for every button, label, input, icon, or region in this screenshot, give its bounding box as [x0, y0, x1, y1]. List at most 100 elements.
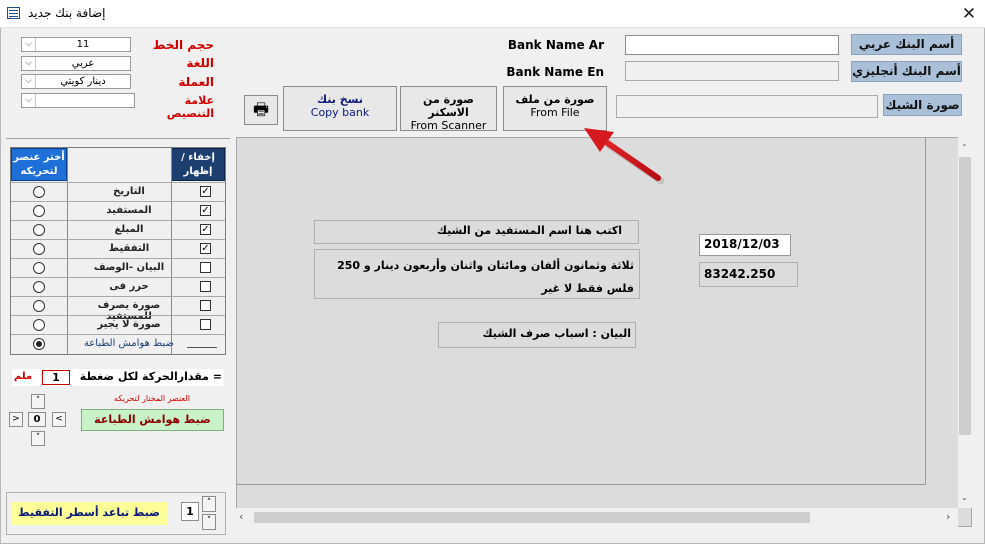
- table-row-label: البيان -الوصف: [93, 262, 165, 273]
- table-row-label: التفقيط: [108, 243, 150, 254]
- language-value: عربي: [71, 58, 95, 69]
- vertical-scrollbar[interactable]: ⌃ ⌄: [958, 137, 972, 508]
- mark-combo[interactable]: ⌵: [21, 93, 135, 108]
- app-icon: [7, 7, 20, 19]
- toggle-visibility-checkbox[interactable]: [200, 281, 211, 292]
- bank-name-en-label: Bank Name En: [506, 65, 604, 79]
- table-row-label: حرر فى: [109, 281, 149, 292]
- select-element-radio[interactable]: [33, 186, 45, 198]
- scroll-down-icon[interactable]: ⌄: [961, 493, 968, 502]
- chevron-down-icon[interactable]: ⌵: [22, 94, 36, 107]
- select-element-radio[interactable]: [33, 243, 45, 255]
- amount-field[interactable]: 83242.250: [699, 262, 798, 287]
- selected-element-value: ضبط هوامش الطباعة: [81, 409, 224, 431]
- amount-words-field[interactable]: ثلاثة وثمانون ألفان ومائتان واثنان وأربع…: [314, 249, 640, 299]
- chevron-down-icon[interactable]: ⌵: [22, 75, 36, 88]
- language-combo[interactable]: ⌵ عربي: [21, 56, 131, 71]
- table-row-label: ضبط هوامش الطباعة: [83, 338, 175, 349]
- table-row-label: المبلغ: [114, 224, 144, 235]
- toggle-visibility-checkbox[interactable]: ✓: [200, 205, 211, 216]
- empty-toggle-cell: [187, 347, 217, 348]
- toggle-visibility-checkbox[interactable]: ✓: [200, 224, 211, 235]
- cheque-image-path[interactable]: [616, 95, 878, 118]
- row-divider: [11, 315, 225, 316]
- table-row-label: المستفيد: [106, 205, 152, 216]
- cheque-image-label: صورة الشيك: [883, 94, 962, 116]
- bank-name-ar-button[interactable]: أسم البنك عربي: [851, 34, 962, 55]
- copy-bank-button[interactable]: نسخ بنك Copy bank: [283, 86, 397, 131]
- select-column-header: أختر عنصر لتحريكه: [11, 148, 67, 181]
- line-spacing-label: ضبط تباعد أسطر التفقيط: [11, 502, 167, 525]
- select-element-radio[interactable]: [33, 338, 45, 350]
- toggle-visibility-checkbox[interactable]: [200, 262, 211, 273]
- row-divider: [11, 334, 225, 335]
- currency-value: دينار كويتي: [60, 76, 106, 87]
- select-element-radio[interactable]: [33, 319, 45, 331]
- copy-bank-label-ar: نسخ بنك: [317, 93, 363, 106]
- scroll-up-icon[interactable]: ⌃: [961, 143, 968, 152]
- scroll-right-icon[interactable]: ›: [946, 510, 950, 523]
- copy-bank-label-en: Copy bank: [310, 106, 370, 119]
- vertical-scroll-thumb[interactable]: [959, 157, 971, 435]
- select-element-radio[interactable]: [33, 281, 45, 293]
- selected-element-label: العنصر المختار لتحريكه: [114, 394, 190, 403]
- chevron-down-icon[interactable]: ⌵: [22, 38, 36, 51]
- memo-field[interactable]: البيان : اسباب صرف الشيك: [438, 322, 636, 348]
- select-element-radio[interactable]: [33, 300, 45, 312]
- from-scanner-label-ar: صورة من الاسكنر: [423, 93, 474, 119]
- window-title: إضافة بنك جديد: [28, 6, 106, 20]
- line-spacing-up-button[interactable]: ˄: [202, 496, 216, 512]
- row-divider: [11, 220, 225, 221]
- toggle-visibility-checkbox[interactable]: [200, 319, 211, 330]
- from-scanner-label-en: From Scanner: [410, 119, 487, 132]
- chevron-down-icon[interactable]: ⌵: [22, 57, 36, 70]
- row-divider: [11, 296, 225, 297]
- select-element-radio[interactable]: [33, 205, 45, 217]
- font-size-combo[interactable]: ⌵ 11: [21, 37, 131, 52]
- print-button[interactable]: 🖶: [244, 95, 278, 125]
- row-divider: [11, 239, 225, 240]
- currency-combo[interactable]: ⌵ دينار كويتي: [21, 74, 131, 89]
- payee-field[interactable]: اكتب هنا اسم المستفيد من الشيك: [314, 220, 639, 244]
- language-label: اللغة: [186, 56, 214, 70]
- bank-name-en-button[interactable]: أسم البنك أنجليزي: [851, 61, 962, 82]
- move-left-button[interactable]: <: [52, 412, 66, 427]
- horizontal-scrollbar[interactable]: ‹ ›: [236, 508, 958, 527]
- from-scanner-button[interactable]: صورة من الاسكنر From Scanner: [400, 86, 497, 132]
- settings-divider: [6, 138, 230, 139]
- move-down-button[interactable]: ˅: [31, 431, 45, 446]
- col-divider: [67, 148, 68, 354]
- select-element-radio[interactable]: [33, 262, 45, 274]
- row-divider: [11, 258, 225, 259]
- printer-icon: 🖶: [252, 100, 270, 120]
- arrow-annotation-icon: [584, 128, 665, 185]
- close-button[interactable]: ✕: [955, 1, 983, 27]
- step-label: مقدارالحركة لكل ضغطة =: [79, 370, 222, 383]
- bank-name-en-input[interactable]: [625, 61, 839, 81]
- title-bar: [0, 0, 985, 28]
- move-up-button[interactable]: ˄: [31, 394, 45, 409]
- move-right-button[interactable]: >: [9, 412, 23, 427]
- toggle-visibility-checkbox[interactable]: ✓: [200, 243, 211, 254]
- line-spacing-down-button[interactable]: ˅: [202, 514, 216, 530]
- select-element-radio[interactable]: [33, 224, 45, 236]
- toggle-visibility-checkbox[interactable]: [200, 300, 211, 311]
- table-row-label: التاريخ: [113, 186, 145, 197]
- currency-label: العملة: [178, 75, 214, 89]
- bank-name-ar-label: Bank Name Ar: [507, 38, 604, 52]
- from-file-label-en: From File: [530, 106, 580, 119]
- date-field[interactable]: 2018/12/03: [699, 234, 791, 256]
- font-size-label: حجم الخط: [152, 38, 214, 52]
- scroll-left-icon[interactable]: ‹: [239, 510, 243, 523]
- move-center-value: 0: [28, 412, 46, 427]
- bank-name-ar-input[interactable]: [625, 35, 839, 55]
- font-size-value: 11: [76, 39, 90, 50]
- horizontal-scroll-thumb[interactable]: [254, 512, 810, 523]
- line-spacing-input[interactable]: 1: [181, 502, 199, 521]
- mark-label: علامة التنصيص: [166, 94, 214, 120]
- step-input[interactable]: 1: [42, 370, 70, 385]
- table-row-label: صورة لا يجير: [97, 319, 161, 330]
- elements-table: أختر عنصر لتحريكه إخفاء / إظهار التاريخ ✓…: [10, 147, 226, 355]
- toggle-visibility-checkbox[interactable]: ✓: [200, 186, 211, 197]
- toggle-column-header: إخفاء / إظهار: [171, 148, 225, 181]
